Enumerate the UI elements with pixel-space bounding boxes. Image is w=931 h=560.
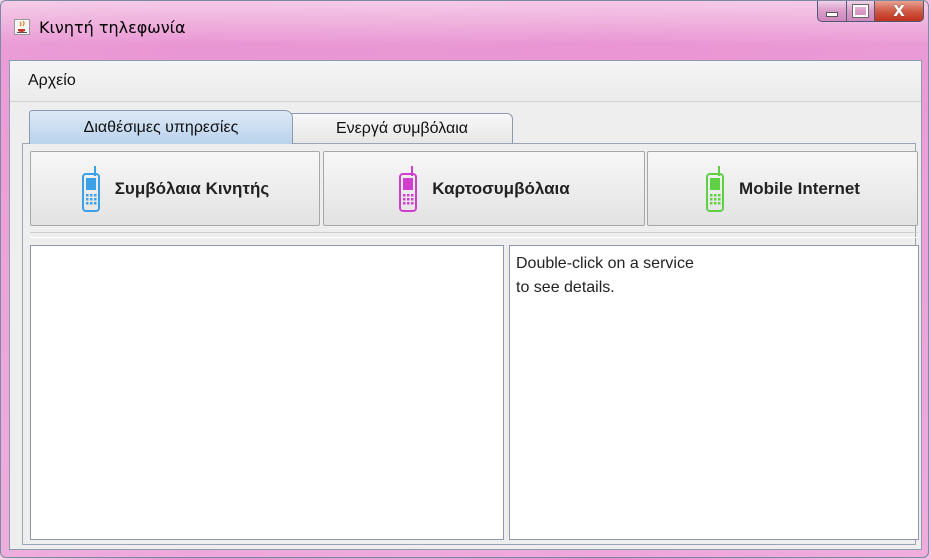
service-button-mobile-contracts[interactable]: Συμβόλαια Κινητής bbox=[30, 151, 320, 226]
menu-file[interactable]: Αρχείο bbox=[28, 72, 76, 90]
window-controls: X bbox=[817, 1, 924, 22]
close-button[interactable]: X bbox=[875, 1, 924, 22]
tab-active-contracts[interactable]: Ενεργά συμβόλαια bbox=[291, 113, 513, 144]
title-bar[interactable]: Κινητή τηλεφωνία X bbox=[1, 1, 930, 61]
tab-available-services[interactable]: Διαθέσιμες υπηρεσίες bbox=[29, 110, 293, 144]
maximize-icon bbox=[852, 4, 869, 18]
maximize-button[interactable] bbox=[847, 1, 875, 22]
service-button-prepaid-contracts[interactable]: Καρτοσυμβόλαια bbox=[323, 151, 645, 226]
split-divider[interactable] bbox=[30, 232, 918, 238]
mobile-phone-icon bbox=[706, 165, 725, 212]
details-pane[interactable]: Double-click on a service to see details… bbox=[509, 245, 919, 540]
minimize-icon bbox=[826, 11, 838, 17]
tab-strip: Διαθέσιμες υπηρεσίες Ενεργά συμβόλαια bbox=[10, 102, 921, 144]
tab-panel: Συμβόλαια Κινητής Καρτοσυμβόλαια Mobile … bbox=[22, 143, 919, 545]
service-label: Συμβόλαια Κινητής bbox=[114, 178, 270, 198]
service-label: Mobile Internet bbox=[739, 178, 860, 198]
details-text-line: to see details. bbox=[516, 279, 615, 296]
mobile-phone-icon bbox=[81, 165, 100, 212]
close-icon: X bbox=[893, 2, 905, 20]
application-window: Κινητή τηλεφωνία X Αρχείο Διαθέσιμες υπη… bbox=[0, 0, 929, 558]
mobile-phone-icon bbox=[399, 165, 418, 212]
service-button-mobile-internet[interactable]: Mobile Internet bbox=[647, 151, 918, 226]
details-text-line: Double-click on a service bbox=[516, 255, 694, 272]
minimize-button[interactable] bbox=[817, 1, 847, 22]
client-area: Αρχείο Διαθέσιμες υπηρεσίες Ενεργά συμβό… bbox=[9, 60, 922, 550]
service-label: Καρτοσυμβόλαια bbox=[432, 178, 570, 198]
java-cup-icon[interactable] bbox=[14, 19, 30, 35]
window-title: Κινητή τηλεφωνία bbox=[39, 18, 186, 37]
services-list-pane[interactable] bbox=[30, 245, 504, 540]
menu-bar: Αρχείο bbox=[10, 61, 921, 102]
